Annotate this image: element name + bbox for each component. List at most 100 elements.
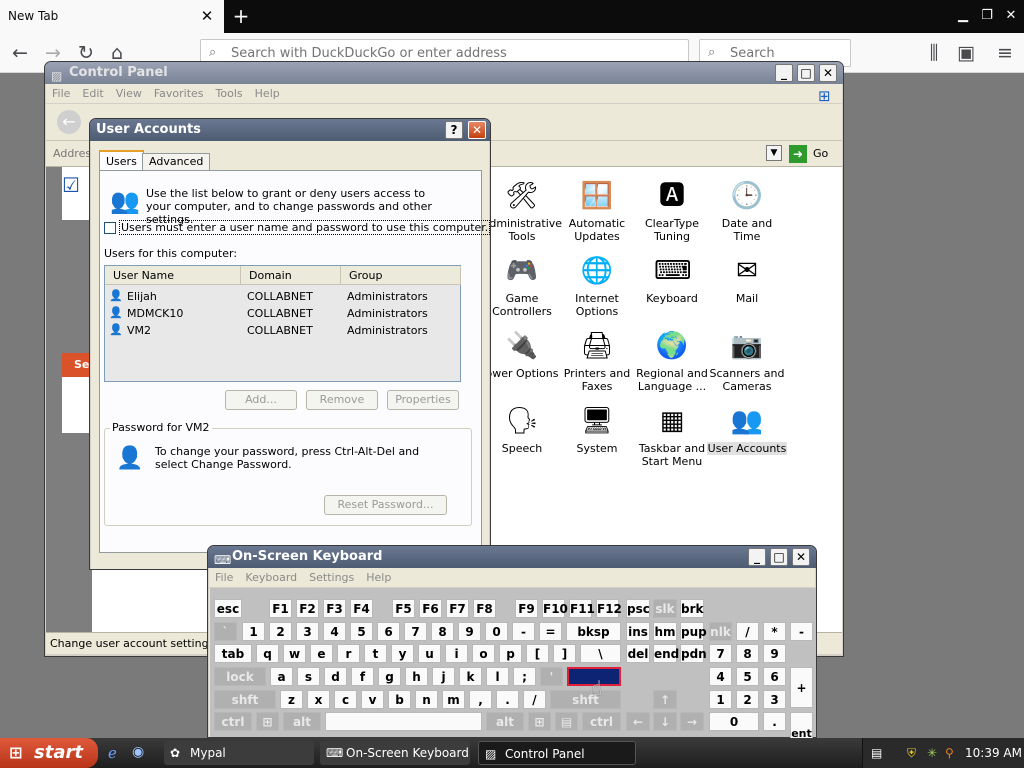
osk-menu-file[interactable]: File: [209, 568, 239, 587]
key-F9[interactable]: F9: [515, 599, 538, 618]
osk-menu-settings[interactable]: Settings: [303, 568, 360, 587]
key-symbol[interactable]: /: [736, 622, 759, 641]
cp-menu-favorites[interactable]: Favorites: [148, 84, 210, 103]
key-9[interactable]: 9: [458, 622, 481, 641]
key-l[interactable]: l: [486, 667, 509, 686]
cp-item-keyboard[interactable]: ⌨ Keyboard: [632, 254, 712, 329]
control-panel-titlebar[interactable]: ▨ Control Panel: [45, 62, 843, 84]
cp-item-power[interactable]: 🔌 ower Options: [482, 329, 562, 404]
browser-quicklaunch-icon[interactable]: ◉: [132, 744, 144, 760]
col-group[interactable]: Group: [341, 266, 461, 285]
key-symbol[interactable]: ⊞: [256, 712, 279, 731]
require-password-checkbox[interactable]: [104, 222, 116, 234]
cp-maximize-button[interactable]: □: [797, 64, 815, 82]
cp-menu-view[interactable]: View: [110, 84, 148, 103]
key-q[interactable]: q: [256, 644, 279, 663]
taskbar-item-control-panel[interactable]: ▨ Control Panel: [478, 741, 636, 765]
table-row[interactable]: 👤 VM2 COLLABNET Administrators: [105, 323, 460, 339]
cp-menu-tools[interactable]: Tools: [210, 84, 249, 103]
key-m[interactable]: m: [442, 690, 465, 709]
key-F3[interactable]: F3: [323, 599, 346, 618]
key-y[interactable]: y: [391, 644, 414, 663]
cp-menu-edit[interactable]: Edit: [76, 84, 109, 103]
key-psc[interactable]: psc: [626, 599, 650, 618]
key-symbol[interactable]: ←: [626, 712, 650, 731]
cp-item-globe-regional[interactable]: 🌍 Regional and Language ...: [632, 329, 712, 404]
key-1[interactable]: 1: [242, 622, 265, 641]
key-2[interactable]: 2: [736, 690, 759, 709]
key-F2[interactable]: F2: [296, 599, 319, 618]
browser-minimize-button[interactable]: ▁: [952, 6, 974, 26]
help-button[interactable]: ?: [445, 121, 463, 139]
browser-restore-button[interactable]: ❐: [976, 6, 998, 26]
key-pup[interactable]: pup: [680, 622, 707, 641]
key-9[interactable]: 9: [763, 644, 786, 663]
col-domain[interactable]: Domain: [241, 266, 341, 285]
key-F6[interactable]: F6: [419, 599, 442, 618]
table-row[interactable]: 👤 Elijah COLLABNET Administrators: [105, 289, 460, 305]
users-list[interactable]: User Name Domain Group 👤 Elijah COLLABNET A…: [104, 265, 461, 382]
cp-item-mail[interactable]: ✉ Mail: [707, 254, 787, 329]
key-nlk[interactable]: nlk: [709, 622, 732, 641]
key-F4[interactable]: F4: [350, 599, 373, 618]
tab-advanced[interactable]: Advanced: [142, 153, 211, 170]
require-password-label[interactable]: Users must enter a user name and passwor…: [119, 220, 491, 235]
key-alt[interactable]: alt: [283, 712, 321, 731]
osk-close-button[interactable]: ✕: [792, 548, 810, 566]
user-accounts-titlebar[interactable]: User Accounts: [90, 119, 490, 141]
key-4[interactable]: 4: [323, 622, 346, 641]
new-tab-button[interactable]: +: [229, 4, 253, 28]
key-F1[interactable]: F1: [269, 599, 292, 618]
key-symbol[interactable]: *: [763, 622, 786, 641]
menu-icon[interactable]: ≡: [992, 40, 1018, 66]
key-4[interactable]: 4: [709, 667, 732, 686]
key-symbol[interactable]: [: [526, 644, 549, 663]
ua-close-button[interactable]: ✕: [468, 121, 486, 139]
cp-item-admin-tools[interactable]: 🛠 Administrative Tools: [482, 179, 562, 254]
start-button[interactable]: ⊞ start: [0, 738, 98, 768]
key-f[interactable]: f: [351, 667, 374, 686]
ie-quicklaunch-icon[interactable]: ℯ: [108, 744, 117, 762]
key-end[interactable]: end: [653, 644, 679, 663]
key-symbol[interactable]: ▤: [555, 712, 578, 731]
key-3[interactable]: 3: [296, 622, 319, 641]
cp-item-system[interactable]: 🖥 System: [557, 404, 637, 479]
key-symbol[interactable]: =: [539, 622, 562, 641]
key-F5[interactable]: F5: [392, 599, 415, 618]
osk-minimize-button[interactable]: _: [748, 548, 766, 566]
back-icon[interactable]: ←: [57, 110, 81, 134]
key-c[interactable]: c: [334, 690, 357, 709]
sidebar-icon[interactable]: ▣: [953, 40, 979, 66]
key-symbol[interactable]: ,: [469, 690, 492, 709]
key-F8[interactable]: F8: [473, 599, 496, 618]
cp-item-gamepad[interactable]: 🎮 Game Controllers: [482, 254, 562, 329]
key-1[interactable]: 1: [709, 690, 732, 709]
tab-close-icon[interactable]: ✕: [198, 7, 216, 25]
key-symbol[interactable]: →: [680, 712, 704, 731]
tray-app-icon[interactable]: ✳: [927, 738, 937, 768]
key-e[interactable]: e: [310, 644, 333, 663]
key-d[interactable]: d: [324, 667, 347, 686]
cp-item-user-accounts[interactable]: 👥 User Accounts: [707, 404, 787, 479]
key-z[interactable]: z: [280, 690, 303, 709]
back-button[interactable]: ←: [7, 40, 33, 66]
cp-menu-file[interactable]: File: [46, 84, 76, 103]
key-slk[interactable]: slk: [653, 599, 677, 618]
key-8[interactable]: 8: [736, 644, 759, 663]
key-0[interactable]: 0: [485, 622, 508, 641]
key-ins[interactable]: ins: [626, 622, 650, 641]
key-F12[interactable]: F12: [596, 599, 622, 618]
taskbar-item-osk[interactable]: ⌨ On-Screen Keyboard: [320, 741, 470, 765]
cp-item-taskbar[interactable]: ▦ Taskbar and Start Menu: [632, 404, 712, 479]
col-user-name[interactable]: User Name: [105, 266, 241, 285]
key-2[interactable]: 2: [269, 622, 292, 641]
osk-titlebar[interactable]: ⌨ On-Screen Keyboard: [208, 546, 816, 568]
key-p[interactable]: p: [499, 644, 522, 663]
key-h[interactable]: h: [405, 667, 428, 686]
key-symbol[interactable]: `: [214, 622, 237, 641]
key-space[interactable]: [325, 712, 482, 731]
tray-search-icon[interactable]: ⚲: [945, 738, 954, 768]
cp-item-clock[interactable]: 🕒 Date and Time: [707, 179, 787, 254]
key-F7[interactable]: F7: [446, 599, 469, 618]
properties-button[interactable]: Properties: [387, 390, 459, 410]
